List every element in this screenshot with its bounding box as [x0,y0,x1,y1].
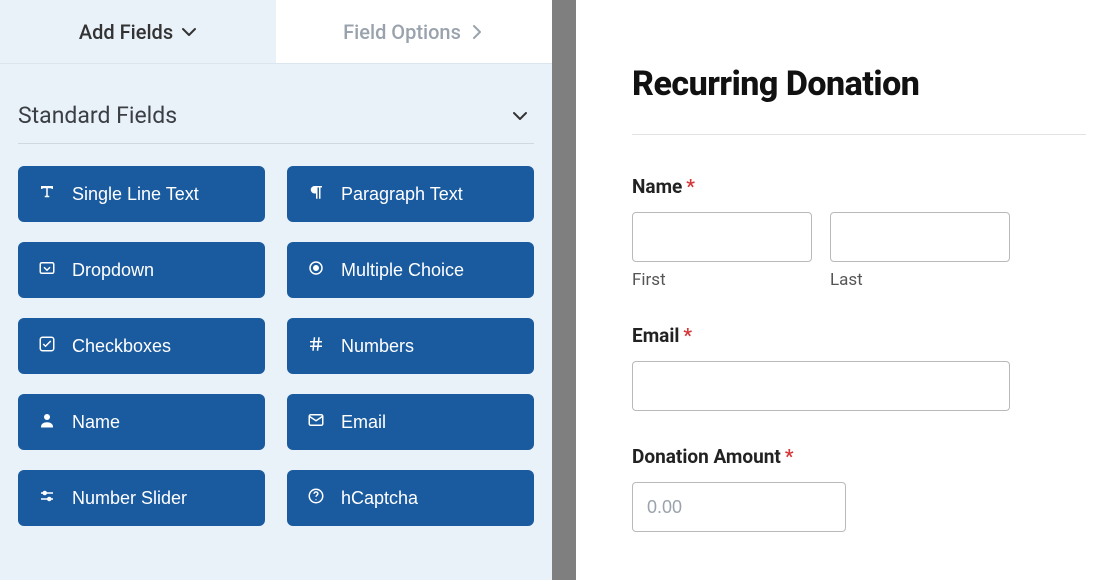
field-dropdown[interactable]: Dropdown [18,242,265,298]
form-field-name: Name* First Last [632,175,1060,290]
slider-icon [38,487,56,510]
required-indicator: * [785,445,794,468]
text-icon [38,183,56,206]
section-header[interactable]: Standard Fields [0,64,552,143]
left-panel: Add Fields Field Options Standard Fields [0,0,552,580]
dropdown-icon [38,259,56,282]
field-name[interactable]: Name [18,394,265,450]
chevron-right-icon [469,24,485,40]
last-sublabel: Last [830,270,1010,290]
field-label: Multiple Choice [341,260,464,281]
section-title: Standard Fields [18,102,177,129]
hash-icon [307,335,325,358]
email-input[interactable] [632,361,1010,411]
chevron-down-icon [181,24,197,40]
email-label: Email* [632,324,1060,347]
name-label: Name* [632,175,1060,198]
label-text: Donation Amount [632,445,781,468]
form-preview: Recurring Donation Name* First Last Emai… [576,0,1116,580]
field-numbers[interactable]: Numbers [287,318,534,374]
divider [18,143,534,144]
field-hcaptcha[interactable]: hCaptcha [287,470,534,526]
divider [632,134,1086,135]
field-single-line-text[interactable]: Single Line Text [18,166,265,222]
field-label: Number Slider [72,488,187,509]
field-label: Name [72,412,120,433]
first-sublabel: First [632,270,812,290]
field-email[interactable]: Email [287,394,534,450]
form-title: Recurring Donation [632,64,1060,104]
tab-field-options-label: Field Options [343,20,461,44]
form-field-donation: Donation Amount* [632,445,1060,532]
donation-amount-input[interactable] [632,482,846,532]
chevron-down-icon [512,108,528,124]
required-indicator: * [683,324,692,347]
form-field-email: Email* [632,324,1060,411]
field-paragraph-text[interactable]: Paragraph Text [287,166,534,222]
panel-gap [552,0,576,580]
tabs: Add Fields Field Options [0,0,552,64]
question-icon [307,487,325,510]
field-label: Email [341,412,386,433]
required-indicator: * [686,175,695,198]
first-name-input[interactable] [632,212,812,262]
user-icon [38,411,56,434]
label-text: Name [632,175,682,198]
email-icon [307,411,325,434]
field-label: Paragraph Text [341,184,463,205]
field-checkboxes[interactable]: Checkboxes [18,318,265,374]
last-name-input[interactable] [830,212,1010,262]
donation-label: Donation Amount* [632,445,1060,468]
field-label: hCaptcha [341,488,418,509]
field-grid: Single Line Text Paragraph Text Dropdown… [0,166,552,546]
tab-field-options[interactable]: Field Options [276,0,552,63]
paragraph-icon [307,183,325,206]
field-number-slider[interactable]: Number Slider [18,470,265,526]
tab-add-fields-label: Add Fields [79,20,173,44]
label-text: Email [632,324,679,347]
field-label: Checkboxes [72,336,171,357]
radio-icon [307,259,325,282]
field-multiple-choice[interactable]: Multiple Choice [287,242,534,298]
tab-add-fields[interactable]: Add Fields [0,0,276,63]
checkbox-icon [38,335,56,358]
field-label: Single Line Text [72,184,199,205]
field-label: Numbers [341,336,414,357]
field-label: Dropdown [72,260,154,281]
